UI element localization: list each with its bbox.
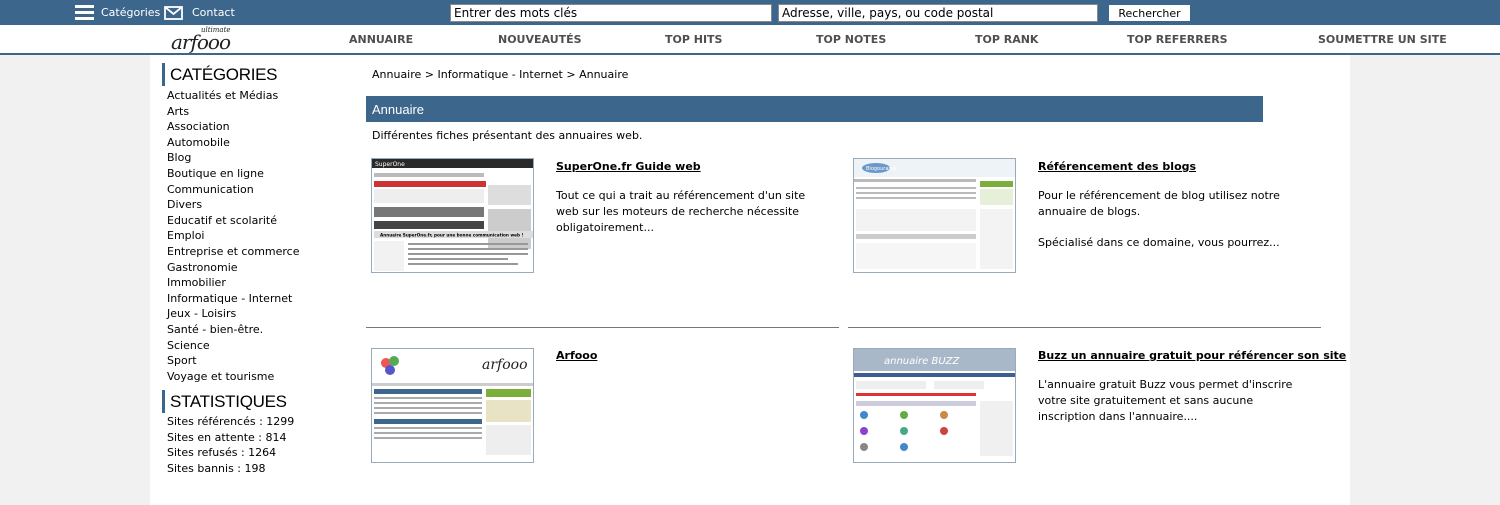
entry-title-blogs[interactable]: Référencement des blogs: [1038, 160, 1196, 173]
sidebar-category-item[interactable]: Boutique en ligne: [167, 166, 300, 182]
entry-title-arfooo[interactable]: Arfooo: [556, 349, 597, 362]
sidebar-category-item[interactable]: Science: [167, 338, 300, 354]
categories-menu-link[interactable]: Catégories: [75, 0, 160, 25]
entry-thumbnail-blogs[interactable]: Blogourama: [853, 158, 1016, 273]
nav-annuaire[interactable]: ANNUAIRE: [349, 33, 413, 46]
sidebar-category-item[interactable]: Communication: [167, 182, 300, 198]
nav-top-referrers[interactable]: TOP REFERRERS: [1127, 33, 1228, 46]
entry-paragraph: Tout ce qui a trait au référencement d'u…: [556, 189, 806, 234]
sidebar-category-item[interactable]: Informatique - Internet: [167, 291, 300, 307]
website-screenshot-image: arfooo: [372, 349, 533, 462]
statistic-item: Sites refusés : 1264: [167, 446, 277, 460]
entry-title-superone[interactable]: SuperOne.fr Guide web: [556, 160, 701, 173]
nav-top-hits[interactable]: TOP HITS: [665, 33, 722, 46]
sidebar-category-item[interactable]: Jeux - Loisirs: [167, 306, 300, 322]
nav-top-notes[interactable]: TOP NOTES: [816, 33, 886, 46]
sidebar-category-item[interactable]: Immobilier: [167, 275, 300, 291]
nav-soumettre-un-site[interactable]: SOUMETTRE UN SITE: [1318, 33, 1447, 46]
section-title: Annuaire: [366, 96, 1263, 122]
nav-nouveautes[interactable]: NOUVEAUTÉS: [498, 33, 582, 46]
entry-description-blogs: Pour le référencement de blog utilisez n…: [1038, 188, 1313, 251]
categories-link-label: Catégories: [101, 6, 161, 19]
main-nav: ultimate arfooo ANNUAIRE NOUVEAUTÉS TOP …: [0, 25, 1500, 55]
main-panel: [150, 55, 1350, 505]
sidebar-category-item[interactable]: Educatif et scolarité: [167, 213, 300, 229]
entry-description-buzz: L'annuaire gratuit Buzz vous permet d'in…: [1038, 377, 1313, 425]
entry-thumbnail-superone[interactable]: SuperOne Annuaire SuperOne.fr, pour une …: [371, 158, 534, 273]
envelope-icon: [164, 5, 183, 20]
statistic-item: Sites en attente : 814: [167, 430, 287, 444]
statistic-item: Sites référencés : 1299: [167, 415, 295, 428]
svg-text:arfooo: arfooo: [482, 357, 528, 373]
search-button[interactable]: Rechercher: [1109, 5, 1190, 21]
entry-thumbnail-buzz[interactable]: annuaire BUZZ: [853, 348, 1016, 463]
entry-title-buzz[interactable]: Buzz un annuaire gratuit pour référencer…: [1038, 349, 1346, 362]
contact-link-label: Contact: [192, 6, 235, 19]
breadcrumb-link[interactable]: Informatique - Internet: [438, 68, 563, 81]
website-screenshot-image: SuperOne Annuaire SuperOne.fr, pour une …: [372, 159, 533, 272]
sidebar-category-item[interactable]: Santé - bien-être.: [167, 322, 300, 338]
sidebar-category-item[interactable]: Voyage et tourisme: [167, 369, 300, 385]
entry-thumbnail-arfooo[interactable]: arfooo: [371, 348, 534, 463]
svg-text:Blogourama: Blogourama: [866, 166, 896, 172]
statistic-item: Sites bannis : 198: [167, 461, 266, 475]
sidebar-category-item[interactable]: Emploi: [167, 228, 300, 244]
svg-text:SuperOne: SuperOne: [375, 161, 405, 168]
address-search-input[interactable]: [778, 4, 1098, 22]
sidebar-category-item[interactable]: Divers: [167, 197, 300, 213]
nav-top-rank[interactable]: TOP RANK: [975, 33, 1038, 46]
categories-list: Actualités et Médias Arts Association Autom…: [167, 88, 300, 384]
breadcrumb-separator: >: [421, 68, 438, 81]
row-divider: [848, 327, 1321, 328]
sidebar-category-item[interactable]: Blog: [167, 150, 300, 166]
section-description: Différentes fiches présentant des annuai…: [372, 129, 643, 142]
entry-paragraph: Pour le référencement de blog utilisez n…: [1038, 189, 1280, 218]
site-logo[interactable]: ultimate arfooo: [171, 25, 233, 54]
sidebar-category-item[interactable]: Automobile: [167, 135, 300, 151]
logo-wordmark: arfooo: [171, 30, 231, 54]
breadcrumb: Annuaire > Informatique - Internet > Ann…: [372, 68, 628, 81]
breadcrumb-separator: >: [562, 68, 580, 81]
top-bar: Catégories Contact Rechercher: [0, 0, 1500, 25]
sidebar-category-item[interactable]: Sport: [167, 353, 300, 369]
breadcrumb-link[interactable]: Annuaire: [579, 68, 628, 81]
website-screenshot-image: annuaire BUZZ: [854, 349, 1015, 462]
statistics-heading: STATISTIQUES: [162, 390, 287, 413]
entry-paragraph: L'annuaire gratuit Buzz vous permet d'in…: [1038, 378, 1293, 423]
row-divider: [366, 327, 839, 328]
sidebar-category-item[interactable]: Gastronomie: [167, 260, 300, 276]
sidebar-category-item[interactable]: Arts: [167, 104, 300, 120]
website-screenshot-image: Blogourama: [854, 159, 1015, 272]
sidebar-category-item[interactable]: Actualités et Médias: [167, 88, 300, 104]
svg-text:annuaire BUZZ: annuaire BUZZ: [884, 356, 961, 367]
hamburger-icon: [75, 5, 94, 20]
sidebar-category-item[interactable]: Association: [167, 119, 300, 135]
entry-description-superone: Tout ce qui a trait au référencement d'u…: [556, 188, 831, 236]
keywords-search-input[interactable]: [450, 4, 772, 22]
breadcrumb-link[interactable]: Annuaire: [372, 68, 421, 81]
contact-link[interactable]: Contact: [164, 0, 235, 25]
statistics-list: Sites référencés : 1299 Sites en attente …: [167, 414, 294, 476]
entry-paragraph: Spécialisé dans ce domaine, vous pourrez…: [1038, 236, 1280, 249]
svg-text:Annuaire SuperOne.fr, pour une: Annuaire SuperOne.fr, pour une bonne com…: [380, 233, 523, 238]
categories-heading: CATÉGORIES: [162, 63, 278, 86]
sidebar-category-item[interactable]: Entreprise et commerce: [167, 244, 300, 260]
